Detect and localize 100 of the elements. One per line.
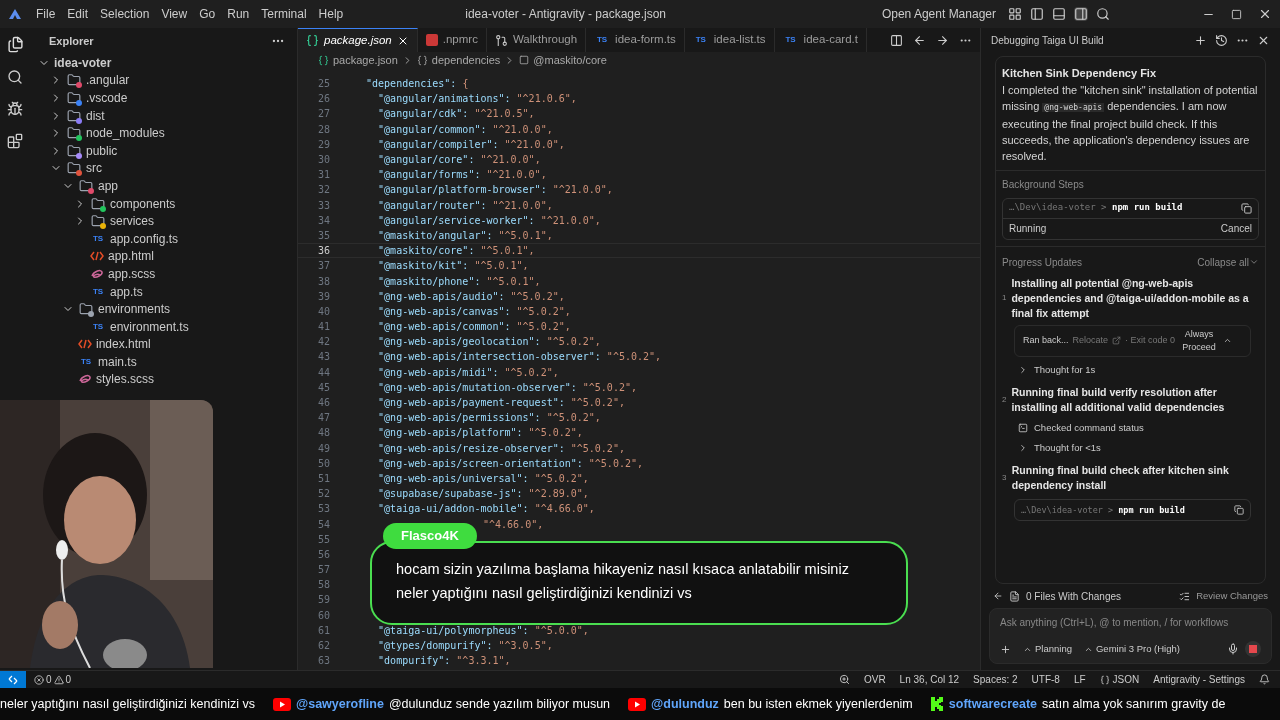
status-item[interactable]: OVR: [863, 672, 886, 687]
code-line: "@angular/animations": "^21.0.6",: [377, 92, 577, 107]
breadcrumb-item[interactable]: dependencies: [431, 51, 501, 69]
mode-selector[interactable]: Planning: [1023, 641, 1072, 657]
copy-icon[interactable]: [1241, 202, 1252, 214]
thought-toggle[interactable]: Thought for <1s: [1018, 441, 1259, 456]
tree-item[interactable]: app.html: [22, 247, 297, 266]
back-icon[interactable]: [913, 33, 926, 47]
always-proceed-button[interactable]: Always Proceed: [1179, 327, 1220, 354]
tree-item[interactable]: index.html: [22, 335, 297, 354]
status-item[interactable]: Ln 36, Col 12: [899, 672, 960, 687]
tree-item[interactable]: public: [22, 141, 297, 160]
editor-tab[interactable]: TS idea-card.t: [774, 28, 867, 52]
tree-item[interactable]: styles.scss: [22, 370, 297, 389]
tree-item[interactable]: idea-voter: [22, 54, 297, 72]
breadcrumb-item[interactable]: package.json: [333, 51, 398, 69]
tree-item[interactable]: services: [22, 212, 297, 230]
menu-item[interactable]: Run: [221, 5, 256, 23]
step-title: Running final build verify resolution after installing all additional valid dependencies: [1011, 384, 1226, 415]
chat-username: Flasco4K: [383, 523, 477, 549]
menu-item[interactable]: File: [30, 5, 62, 23]
tree-item[interactable]: .angular: [22, 71, 297, 90]
code-icon: [90, 251, 104, 262]
tree-item[interactable]: environments: [22, 300, 297, 318]
panel-title: Debugging Taiga UI Build: [991, 33, 1104, 48]
line-number: 31: [316, 168, 331, 183]
status-item[interactable]: Spaces: 2: [973, 672, 1018, 687]
code-line: "@maskito/core": "^5.0.1",: [377, 244, 535, 259]
editor-tab[interactable]: TS idea-list.ts: [684, 28, 775, 52]
thought-toggle[interactable]: Thought for 1s: [1018, 362, 1259, 377]
files-changed: 0 Files With Changes: [1026, 589, 1122, 604]
code-line: "@ng-web-apis/midi": "^5.0.2",: [377, 365, 559, 380]
error-count[interactable]: 0: [46, 672, 52, 687]
editor-tab[interactable]: .npmrc: [417, 28, 487, 52]
status-item[interactable]: JSON: [1099, 672, 1140, 687]
panel-bottom-icon[interactable]: [1052, 7, 1066, 21]
menu-item[interactable]: Edit: [61, 5, 95, 23]
microphone-icon[interactable]: [1227, 643, 1239, 655]
editor-tab[interactable]: TS idea-form.ts: [586, 28, 685, 52]
status-item[interactable]: Antigravity - Settings: [1153, 672, 1245, 687]
split-editor-icon[interactable]: [890, 33, 903, 47]
tree-item[interactable]: TS app.config.ts: [22, 229, 297, 248]
relocate-link[interactable]: Relocate: [1072, 333, 1109, 348]
code-line: "@taiga-ui/addon-mobile": "^4.66.0",: [377, 502, 595, 517]
menu-item[interactable]: Go: [193, 5, 222, 23]
tree-item[interactable]: .vscode: [22, 89, 297, 107]
debug-icon[interactable]: [7, 101, 23, 117]
menu-item[interactable]: View: [155, 5, 194, 23]
add-icon[interactable]: [1000, 643, 1011, 655]
maximize-icon[interactable]: [1231, 8, 1242, 20]
collapse-all-button[interactable]: Collapse all: [1197, 254, 1249, 270]
history-icon[interactable]: [1215, 33, 1228, 47]
extensions-icon[interactable]: [7, 133, 23, 149]
panel-right-icon[interactable]: [1074, 7, 1088, 21]
status-item[interactable]: UTF-8: [1031, 672, 1060, 687]
notification-icon[interactable]: [1259, 674, 1270, 685]
agent-manager-button[interactable]: Open Agent Manager: [881, 5, 996, 23]
tree-item[interactable]: TS environment.ts: [22, 317, 297, 336]
tree-item[interactable]: components: [22, 194, 297, 213]
tree-item[interactable]: node_modules: [22, 124, 297, 142]
close-icon[interactable]: [1258, 7, 1272, 21]
model-selector[interactable]: Gemini 3 Pro (High): [1084, 641, 1180, 657]
add-icon[interactable]: [1194, 33, 1207, 47]
tree-item[interactable]: dist: [22, 106, 297, 125]
line-number: 37: [316, 259, 331, 274]
editor-tab[interactable]: Walkthrough: [486, 28, 587, 52]
menu-item[interactable]: Terminal: [255, 5, 313, 23]
tree-item[interactable]: src: [22, 159, 297, 178]
remote-button[interactable]: [0, 671, 26, 688]
back-icon[interactable]: [993, 591, 1003, 601]
ticker-message: @dulunduz sende yazılım biliyor musun: [388, 695, 611, 713]
chat-input[interactable]: Ask anything (Ctrl+L), @ to mention, / for workflows Planning Gemini 3 Pro (High): [989, 608, 1272, 664]
breadcrumb-item[interactable]: @maskito/core: [533, 51, 607, 69]
stop-button[interactable]: [1245, 641, 1261, 657]
code-line: "@types/dompurify": "^3.0.5",: [377, 639, 553, 654]
ticker-message: satın alma yok sanırım gravity de: [1042, 695, 1226, 713]
tree-item[interactable]: app: [22, 177, 297, 195]
explorer-icon[interactable]: [6, 36, 24, 53]
search-icon[interactable]: [1096, 7, 1110, 21]
npm-icon: [425, 34, 438, 46]
menu-item[interactable]: Help: [312, 5, 350, 23]
menu-item[interactable]: Selection: [94, 5, 156, 23]
review-changes-button[interactable]: Review Changes: [1196, 588, 1268, 604]
line-number: 54: [316, 517, 331, 532]
editor-tab[interactable]: package.json: [298, 28, 418, 52]
tree-item[interactable]: TS app.ts: [22, 282, 297, 301]
panel-left-icon[interactable]: [1030, 7, 1044, 21]
line-number: 34: [316, 213, 331, 228]
tree-item[interactable]: TS main.ts: [22, 353, 297, 371]
tree-item[interactable]: app.scss: [22, 265, 297, 283]
line-number: 53: [316, 502, 331, 517]
zoom-icon[interactable]: [838, 674, 850, 685]
layout-icon[interactable]: [1008, 7, 1022, 21]
status-item[interactable]: LF: [1073, 672, 1086, 687]
cancel-button[interactable]: Cancel: [1220, 221, 1252, 236]
copy-icon[interactable]: [1234, 505, 1244, 516]
search-icon[interactable]: [7, 69, 23, 85]
line-number: 61: [316, 623, 331, 638]
forward-icon[interactable]: [936, 33, 949, 47]
warning-count[interactable]: 0: [65, 672, 72, 687]
